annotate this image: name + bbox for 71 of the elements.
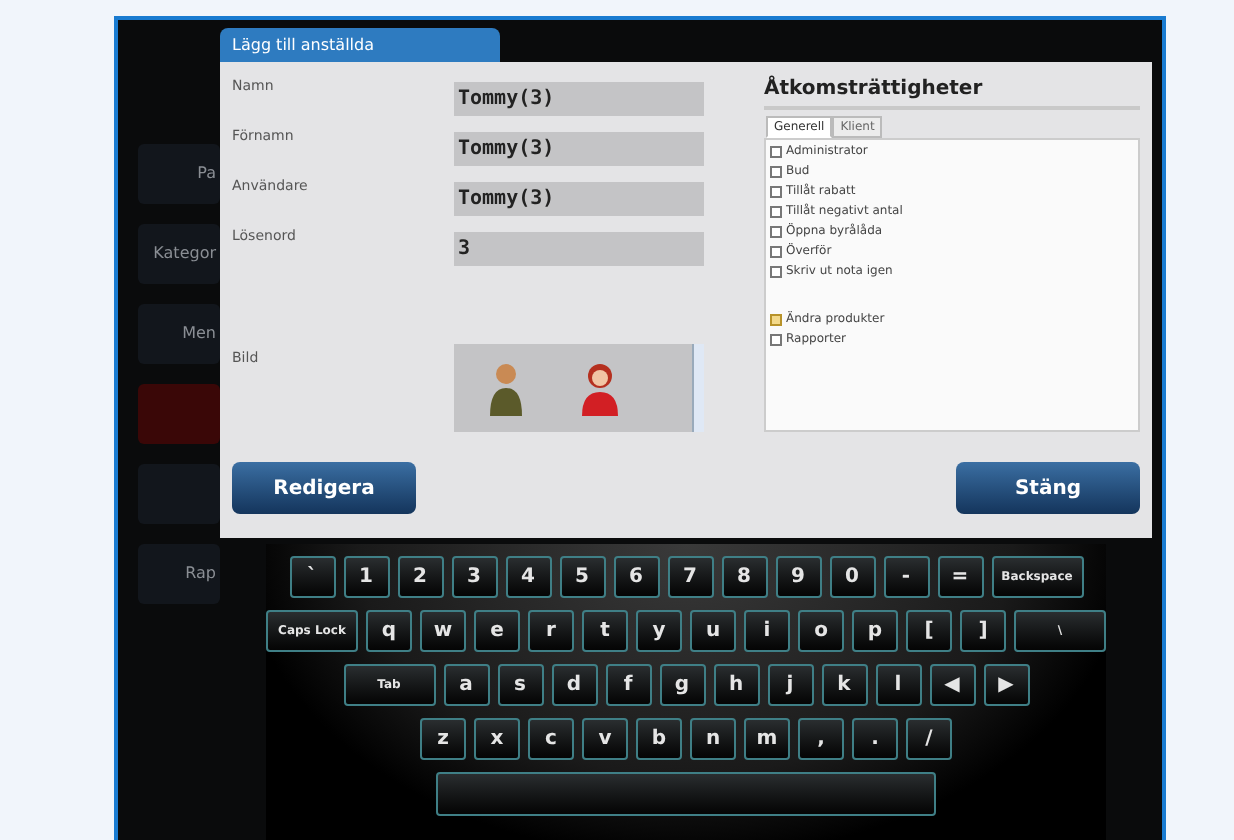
keyboard-key[interactable]: 7 — [667, 556, 713, 598]
keyboard-key[interactable]: i — [744, 610, 790, 652]
keyboard-key[interactable]: j — [767, 664, 813, 706]
menu-button[interactable]: Kategor — [138, 224, 220, 284]
checkbox[interactable] — [770, 146, 782, 158]
menu-button[interactable]: Rap — [138, 544, 220, 604]
keyboard-key[interactable]: g — [659, 664, 705, 706]
keyboard-key[interactable]: u — [690, 610, 736, 652]
checkbox[interactable] — [770, 186, 782, 198]
edit-button[interactable]: Redigera — [232, 462, 416, 514]
checkbox[interactable] — [770, 246, 782, 258]
man-avatar-icon[interactable] — [490, 360, 522, 416]
keyboard-key[interactable]: , — [798, 718, 844, 760]
keyboard-key[interactable]: k — [821, 664, 867, 706]
keyboard-key[interactable]: . — [852, 718, 898, 760]
keyboard-key[interactable]: z — [420, 718, 466, 760]
keyboard-key[interactable]: f — [605, 664, 651, 706]
checkbox[interactable] — [770, 266, 782, 278]
checkbox[interactable] — [770, 226, 782, 238]
keyboard-key[interactable]: 6 — [613, 556, 659, 598]
keyboard-key[interactable]: [ — [906, 610, 952, 652]
close-button[interactable]: Stäng — [956, 462, 1140, 514]
keyboard-key[interactable]: o — [798, 610, 844, 652]
text-field[interactable]: Tommy(3) — [454, 132, 704, 166]
keyboard-key[interactable]: e — [474, 610, 520, 652]
avatar-picker[interactable] — [454, 344, 704, 432]
keyboard-key[interactable]: r — [528, 610, 574, 652]
menu-button[interactable]: Men — [138, 304, 220, 364]
keyboard-key[interactable]: 8 — [721, 556, 767, 598]
keyboard-key[interactable]: x — [474, 718, 520, 760]
keyboard-key[interactable]: n — [690, 718, 736, 760]
keyboard-key[interactable]: l — [875, 664, 921, 706]
keyboard-key[interactable]: 0 — [829, 556, 875, 598]
keyboard-key[interactable]: q — [366, 610, 412, 652]
keyboard-key[interactable]: y — [636, 610, 682, 652]
checkbox[interactable] — [770, 334, 782, 346]
text-field[interactable]: Tommy(3) — [454, 182, 704, 216]
keyboard-key[interactable]: ▶ — [983, 664, 1029, 706]
keyboard-key[interactable]: c — [528, 718, 574, 760]
keyboard-key[interactable]: ◀ — [929, 664, 975, 706]
keyboard-key[interactable]: a — [443, 664, 489, 706]
keyboard-key[interactable]: w — [420, 610, 466, 652]
keyboard-key[interactable]: 4 — [505, 556, 551, 598]
text-field[interactable]: Tommy(3) — [454, 82, 704, 116]
keyboard-key[interactable]: v — [582, 718, 628, 760]
keyboard-key[interactable]: = — [937, 556, 983, 598]
scrollbar[interactable] — [692, 344, 704, 432]
keyboard-key[interactable]: 3 — [451, 556, 497, 598]
keyboard-key[interactable]: ] — [960, 610, 1006, 652]
woman-avatar-icon[interactable] — [582, 360, 618, 416]
keyboard-key[interactable]: 2 — [397, 556, 443, 598]
keyboard-key[interactable]: 5 — [559, 556, 605, 598]
section-title: Åtkomsträttigheter — [764, 74, 1140, 110]
keyboard-key[interactable]: 9 — [775, 556, 821, 598]
keyboard-key[interactable]: m — [744, 718, 790, 760]
keyboard-key[interactable]: 1 — [343, 556, 389, 598]
keyboard-key[interactable]: t — [582, 610, 628, 652]
checkbox[interactable] — [770, 206, 782, 218]
keyboard-key[interactable]: h — [713, 664, 759, 706]
keyboard-key[interactable]: / — [906, 718, 952, 760]
menu-button[interactable]: Pa — [138, 144, 220, 204]
space-key[interactable] — [436, 772, 936, 816]
keyboard-key[interactable]: p — [852, 610, 898, 652]
keyboard-key[interactable]: s — [497, 664, 543, 706]
checkbox[interactable] — [770, 314, 782, 326]
keyboard-key[interactable]: - — [883, 556, 929, 598]
checkbox[interactable] — [770, 166, 782, 178]
keyboard-key[interactable]: d — [551, 664, 597, 706]
keyboard-key[interactable]: b — [636, 718, 682, 760]
text-field[interactable]: 3 — [454, 232, 704, 266]
keyboard-key[interactable]: ` — [289, 556, 335, 598]
